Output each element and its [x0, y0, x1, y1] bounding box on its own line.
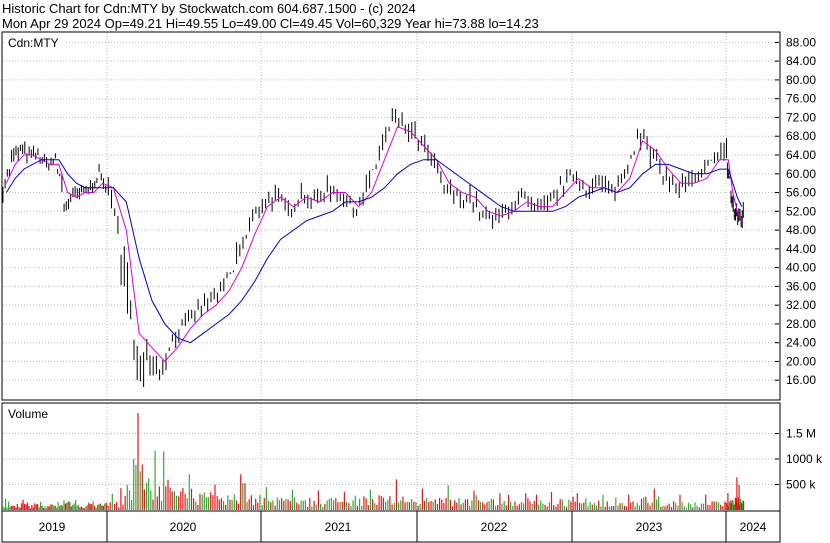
chart-window: Historic Chart for Cdn:MTY by Stockwatch…	[0, 0, 830, 543]
year-label: 2022	[481, 520, 508, 534]
price-panel-title: Cdn:MTY	[8, 36, 59, 50]
year-label: 2024	[740, 520, 767, 534]
price-tick-label: 40.00	[786, 261, 816, 275]
volume-tick-label: 500 k	[786, 478, 816, 492]
year-label: 2019	[39, 520, 66, 534]
price-tick-label: 88.00	[786, 35, 816, 49]
price-tick-label: 60.00	[786, 167, 816, 181]
year-label: 2023	[636, 520, 663, 534]
price-tick-label: 32.00	[786, 298, 816, 312]
year-label: 2021	[325, 520, 352, 534]
volume-panel-title: Volume	[8, 407, 48, 421]
price-tick-label: 80.00	[786, 73, 816, 87]
price-panel-frame	[1, 31, 781, 401]
price-tick-label: 52.00	[786, 204, 816, 218]
volume-tick-label: 1.5 M	[786, 427, 816, 441]
year-label: 2020	[170, 520, 197, 534]
price-tick-label: 84.00	[786, 54, 816, 68]
volume-panel-frame	[1, 402, 781, 512]
price-tick-label: 24.00	[786, 336, 816, 350]
price-tick-label: 36.00	[786, 279, 816, 293]
price-tick-label: 48.00	[786, 223, 816, 237]
price-tick-label: 20.00	[786, 354, 816, 368]
price-tick-label: 16.00	[786, 373, 816, 387]
volume-axis-ticks: 1.5 M 1000 k 500 k	[775, 427, 823, 492]
price-tick-label: 68.00	[786, 129, 816, 143]
price-tick-label: 56.00	[786, 186, 816, 200]
price-tick-label: 44.00	[786, 242, 816, 256]
price-axis-ticks: 88.00 84.00 80.00 76.00 72.00 68.00 64.00 60.00…	[775, 35, 816, 387]
stock-chart: 88.00 84.00 80.00 76.00 72.00 68.00 64.00 60.00…	[1, 31, 823, 543]
price-tick-label: 28.00	[786, 317, 816, 331]
price-tick-label: 72.00	[786, 110, 816, 124]
price-tick-label: 76.00	[786, 92, 816, 106]
time-axis-frame	[1, 510, 781, 543]
price-tick-label: 64.00	[786, 148, 816, 162]
volume-tick-label: 1000 k	[786, 452, 823, 466]
